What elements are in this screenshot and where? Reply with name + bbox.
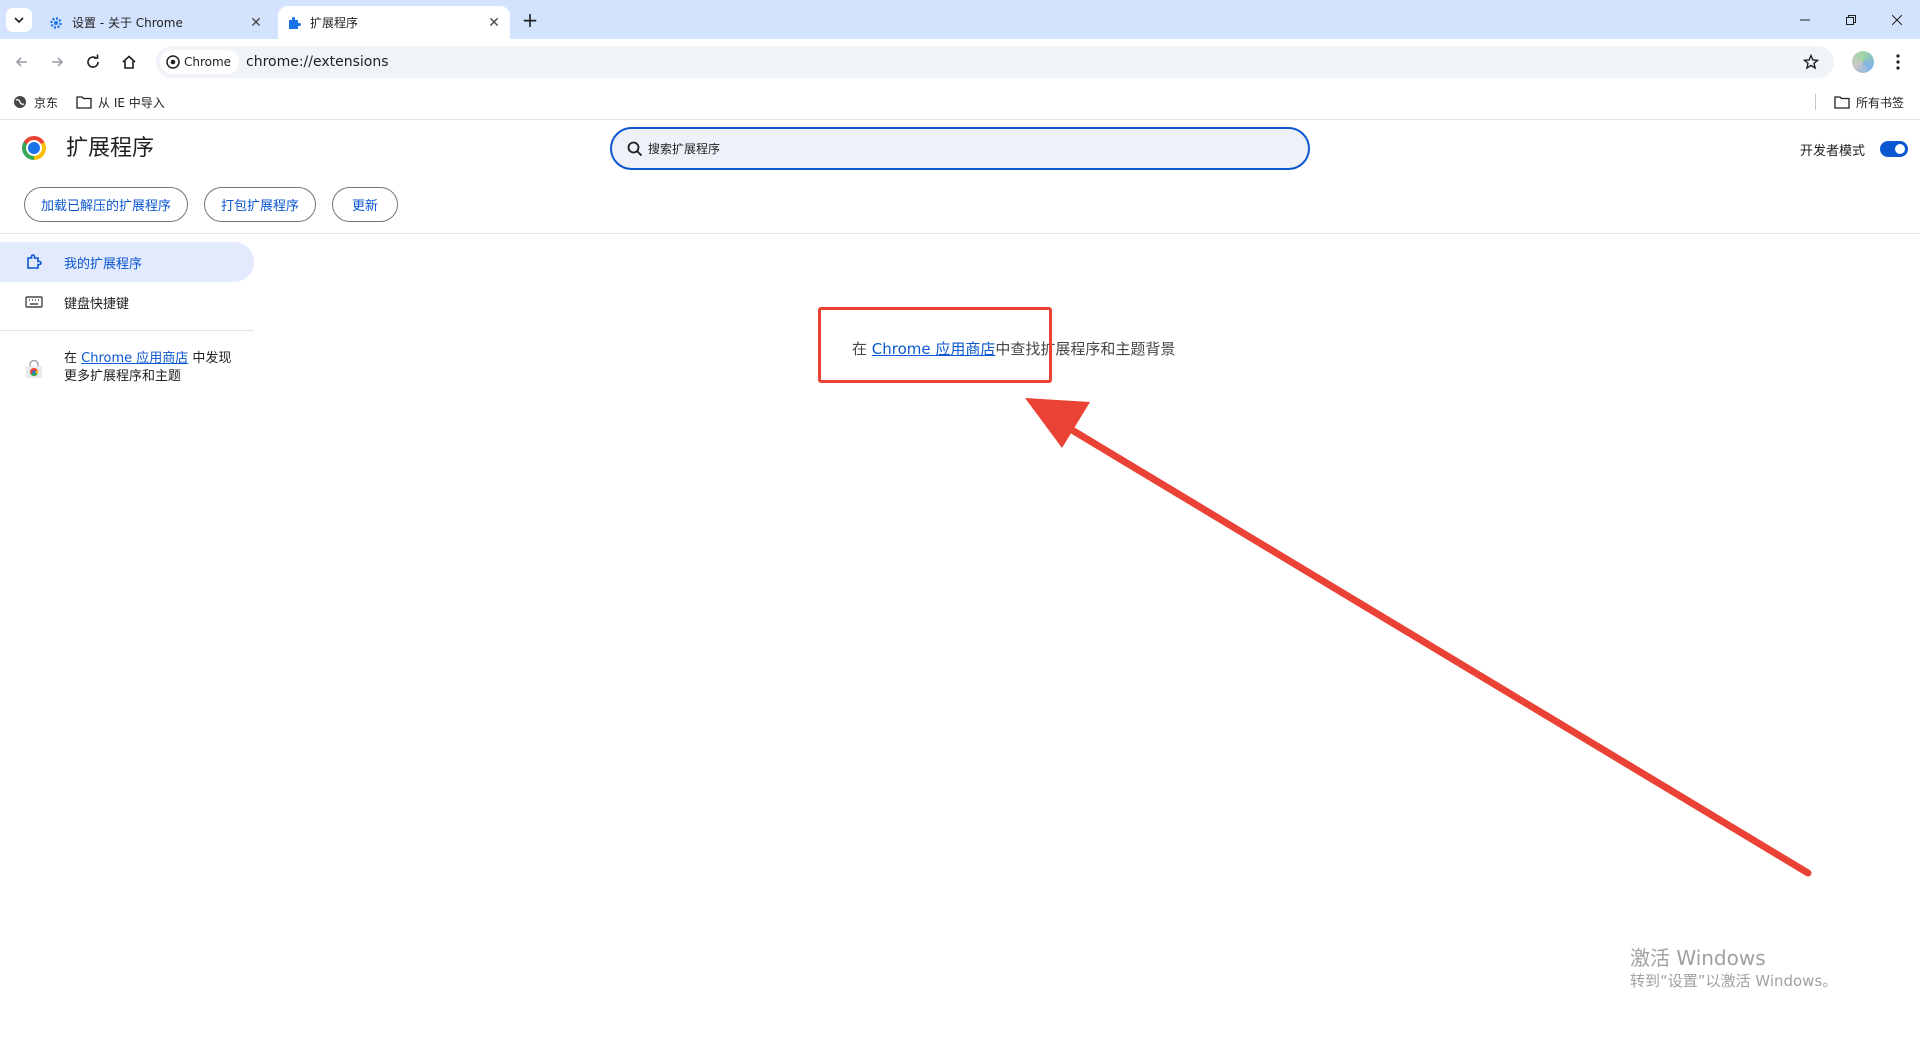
new-tab-button[interactable]: + [516, 8, 544, 32]
minimize-button[interactable] [1782, 0, 1828, 39]
gear-icon [48, 15, 64, 31]
search-icon [627, 141, 643, 157]
address-bar[interactable]: Chrome chrome://extensions [156, 46, 1834, 78]
extensions-header: 扩展程序 开发者模式 加载已解压的扩展程序 打包扩展程序 更新 [0, 120, 1920, 234]
chrome-logo [22, 136, 46, 160]
sidebar-divider [0, 330, 254, 331]
folder-icon [1834, 94, 1850, 110]
close-icon[interactable]: ✕ [244, 13, 268, 33]
close-icon[interactable]: ✕ [482, 13, 506, 33]
toggle-knob [1895, 144, 1905, 154]
bookmark-star-button[interactable] [1800, 51, 1822, 73]
web-store-link[interactable]: Chrome 应用商店 [81, 351, 188, 366]
promo-prefix: 在 [64, 351, 82, 366]
bookmarks-bar: 京东 从 IE 中导入 所有书签 [0, 85, 1920, 120]
pack-extension-button[interactable]: 打包扩展程序 [204, 187, 316, 222]
activation-watermark-title: 激活 Windows [1630, 946, 1766, 970]
search-box[interactable] [610, 127, 1310, 170]
bookmark-ie-import[interactable]: 从 IE 中导入 [76, 85, 165, 119]
extension-icon [24, 252, 44, 272]
forward-button[interactable] [42, 47, 72, 77]
toolbar: Chrome chrome://extensions [0, 39, 1920, 85]
search-input[interactable] [648, 129, 1288, 168]
bookmark-label: 所有书签 [1856, 95, 1905, 110]
chevron-down-icon [14, 17, 24, 24]
bookmark-label: 从 IE 中导入 [98, 95, 165, 110]
tab-title: 设置 - 关于 Chrome [72, 16, 183, 30]
web-store-promo-text: 在 Chrome 应用商店 中发现更多扩展程序和主题 [64, 350, 244, 386]
restore-icon [1846, 14, 1856, 25]
bookmark-label: 京东 [34, 95, 59, 110]
tab-strip: 设置 - 关于 Chrome ✕ 扩展程序 ✕ + [0, 0, 1920, 39]
tab-title: 扩展程序 [310, 16, 359, 30]
url-text[interactable]: chrome://extensions [246, 46, 389, 78]
load-unpacked-button[interactable]: 加载已解压的扩展程序 [24, 187, 188, 222]
update-button[interactable]: 更新 [332, 187, 398, 222]
tab-extensions[interactable]: 扩展程序 ✕ [278, 6, 510, 39]
highlight-box [818, 307, 1052, 383]
browser-menu-button[interactable] [1885, 47, 1911, 77]
close-icon [1892, 14, 1902, 25]
back-button[interactable] [7, 47, 37, 77]
more-vert-icon [1896, 54, 1900, 70]
keyboard-icon [24, 292, 44, 312]
puzzle-icon [286, 15, 302, 31]
home-icon [122, 55, 136, 69]
bookmark-separator [1815, 94, 1816, 110]
activation-watermark-subtitle: 转到“设置”以激活 Windows。 [1630, 972, 1838, 990]
sidebar-item-keyboard-shortcuts[interactable]: 键盘快捷键 [0, 282, 254, 322]
dev-mode-label: 开发者模式 [1800, 144, 1866, 159]
window-close-button[interactable] [1874, 0, 1920, 39]
folder-icon [76, 94, 92, 110]
minimize-icon [1800, 19, 1810, 20]
arrow-right-icon [52, 57, 64, 67]
browser-window: 设置 - 关于 Chrome ✕ 扩展程序 ✕ + Chrome chrome:… [0, 0, 1920, 1040]
dev-mode-toggle[interactable] [1880, 141, 1908, 157]
globe-icon [12, 94, 28, 110]
chip-label: Chrome [184, 55, 232, 69]
page-title: 扩展程序 [66, 136, 155, 161]
profile-avatar[interactable] [1852, 51, 1874, 73]
star-icon [1803, 54, 1819, 70]
sidebar-item-label: 键盘快捷键 [64, 296, 130, 312]
chrome-icon [166, 55, 180, 69]
reload-icon [87, 54, 99, 68]
tab-search-button[interactable] [6, 8, 32, 32]
sidebar-item-label: 我的扩展程序 [64, 256, 143, 272]
all-bookmarks-button[interactable]: 所有书签 [1834, 85, 1904, 119]
home-button[interactable] [114, 47, 144, 77]
arrow-left-icon [15, 57, 27, 67]
restore-button[interactable] [1828, 0, 1874, 39]
tab-settings[interactable]: 设置 - 关于 Chrome ✕ [40, 6, 272, 39]
bookmark-jd[interactable]: 京东 [12, 85, 58, 119]
web-store-promo: 在 Chrome 应用商店 中发现更多扩展程序和主题 [0, 350, 254, 394]
reload-button[interactable] [78, 47, 108, 77]
web-store-icon [26, 360, 42, 378]
sidebar-item-my-extensions[interactable]: 我的扩展程序 [0, 242, 254, 282]
site-info-chip[interactable]: Chrome [160, 50, 240, 74]
